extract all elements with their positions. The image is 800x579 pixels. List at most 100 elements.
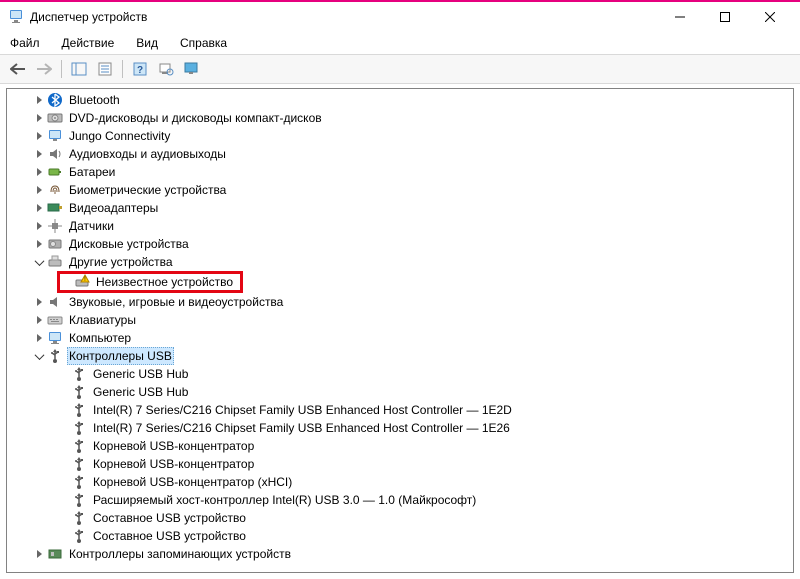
tree-item-disk[interactable]: Дисковые устройства [7, 235, 793, 253]
tree-item-sensors[interactable]: Датчики [7, 217, 793, 235]
tree-item-usb-root[interactable]: Корневой USB-концентратор [7, 437, 793, 455]
svg-text:?: ? [137, 65, 143, 76]
tree-item-other[interactable]: Другие устройства [7, 253, 793, 271]
sound-icon [47, 294, 63, 310]
usb-icon [71, 456, 87, 472]
tree-label: Видеоадаптеры [67, 199, 160, 217]
tree-item-usb-hub[interactable]: Generic USB Hub [7, 383, 793, 401]
chevron-down-icon[interactable] [31, 254, 47, 270]
chevron-right-icon[interactable] [31, 200, 47, 216]
window-title: Диспетчер устройств [30, 10, 657, 24]
tree-item-usb-root-xhci[interactable]: Корневой USB-концентратор (xHCI) [7, 473, 793, 491]
maximize-button[interactable] [702, 2, 747, 32]
display-adapter-icon [47, 200, 63, 216]
tree-label: Расширяемый хост-контроллер Intel(R) USB… [91, 491, 478, 509]
battery-icon [47, 164, 63, 180]
disk-icon [47, 236, 63, 252]
tree-item-usb-composite[interactable]: Составное USB устройство [7, 509, 793, 527]
chevron-right-icon[interactable] [31, 110, 47, 126]
tree-item-sound-game[interactable]: Звуковые, игровые и видеоустройства [7, 293, 793, 311]
scan-hardware-button[interactable] [154, 58, 178, 80]
tree-label: Контроллеры USB [67, 347, 174, 365]
tree-item-usb-controllers[interactable]: Контроллеры USB [7, 347, 793, 365]
usb-icon [71, 438, 87, 454]
tree-label: Биометрические устройства [67, 181, 228, 199]
tree-item-usb-hub[interactable]: Generic USB Hub [7, 365, 793, 383]
tree-label: Корневой USB-концентратор [91, 437, 256, 455]
chevron-right-icon[interactable] [31, 92, 47, 108]
usb-icon [71, 420, 87, 436]
tree-label: Bluetooth [67, 91, 122, 109]
storage-controller-icon [47, 546, 63, 562]
tree-item-unknown-device[interactable]: ! Неизвестное устройство [57, 271, 243, 293]
close-button[interactable] [747, 2, 792, 32]
forward-button[interactable] [32, 58, 56, 80]
tree-item-audio-io[interactable]: Аудиовходы и аудиовыходы [7, 145, 793, 163]
minimize-button[interactable] [657, 2, 702, 32]
tree-label: Батареи [67, 163, 117, 181]
usb-icon [47, 348, 63, 364]
tree-label: Составное USB устройство [91, 509, 248, 527]
tree-item-usb-xhci[interactable]: Расширяемый хост-контроллер Intel(R) USB… [7, 491, 793, 509]
menu-file[interactable]: Файл [6, 34, 44, 52]
tree-item-usb-root[interactable]: Корневой USB-концентратор [7, 455, 793, 473]
chevron-right-icon[interactable] [31, 312, 47, 328]
chevron-right-icon[interactable] [31, 164, 47, 180]
tree-item-usb-composite[interactable]: Составное USB устройство [7, 527, 793, 545]
tree-label: Составное USB устройство [91, 527, 248, 545]
tree-label: DVD-дисководы и дисководы компакт-дисков [67, 109, 324, 127]
tree-label: Intel(R) 7 Series/C216 Chipset Family US… [91, 401, 514, 419]
menu-help[interactable]: Справка [176, 34, 231, 52]
chevron-down-icon[interactable] [31, 348, 47, 364]
tree-item-storage-controllers[interactable]: Контроллеры запоминающих устройств [7, 545, 793, 563]
tree-label: Клавиатуры [67, 311, 138, 329]
tree-label: Generic USB Hub [91, 383, 190, 401]
fingerprint-icon [47, 182, 63, 198]
tree-item-batteries[interactable]: Батареи [7, 163, 793, 181]
tree-item-usb-intel[interactable]: Intel(R) 7 Series/C216 Chipset Family US… [7, 401, 793, 419]
chevron-right-icon[interactable] [31, 218, 47, 234]
tree-item-biometric[interactable]: Биометрические устройства [7, 181, 793, 199]
properties-button[interactable] [93, 58, 117, 80]
menu-action[interactable]: Действие [58, 34, 119, 52]
tree-label: Другие устройства [67, 253, 175, 271]
chevron-right-icon[interactable] [31, 236, 47, 252]
chevron-right-icon[interactable] [31, 146, 47, 162]
toolbar-separator [122, 60, 123, 78]
tree-item-bluetooth[interactable]: Bluetooth [7, 91, 793, 109]
tree-item-dvd[interactable]: DVD-дисководы и дисководы компакт-дисков [7, 109, 793, 127]
toolbar-separator [61, 60, 62, 78]
usb-icon [71, 384, 87, 400]
chevron-right-icon[interactable] [31, 128, 47, 144]
back-button[interactable] [6, 58, 30, 80]
other-devices-icon [47, 254, 63, 270]
tree-label: Jungo Connectivity [67, 127, 172, 145]
menu-view[interactable]: Вид [132, 34, 162, 52]
tree-label: Generic USB Hub [91, 365, 190, 383]
show-hide-console-button[interactable] [67, 58, 91, 80]
device-icon [47, 128, 63, 144]
tree-label: Intel(R) 7 Series/C216 Chipset Family US… [91, 419, 512, 437]
tree-item-usb-intel[interactable]: Intel(R) 7 Series/C216 Chipset Family US… [7, 419, 793, 437]
tree-item-video-adapters[interactable]: Видеоадаптеры [7, 199, 793, 217]
tree-label: Аудиовходы и аудиовыходы [67, 145, 228, 163]
chevron-right-icon[interactable] [31, 546, 47, 562]
usb-icon [71, 528, 87, 544]
chevron-right-icon[interactable] [31, 330, 47, 346]
computer-icon [47, 330, 63, 346]
audio-icon [47, 146, 63, 162]
titlebar: Диспетчер устройств [0, 2, 800, 32]
tree-label: Дисковые устройства [67, 235, 191, 253]
tree-item-keyboards[interactable]: Клавиатуры [7, 311, 793, 329]
help-button[interactable]: ? [128, 58, 152, 80]
usb-icon [71, 366, 87, 382]
keyboard-icon [47, 312, 63, 328]
tree-item-computer[interactable]: Компьютер [7, 329, 793, 347]
device-tree[interactable]: Bluetooth DVD-дисководы и дисководы комп… [6, 88, 794, 573]
monitor-button[interactable] [180, 58, 204, 80]
tree-item-jungo[interactable]: Jungo Connectivity [7, 127, 793, 145]
usb-icon [71, 510, 87, 526]
chevron-right-icon[interactable] [31, 182, 47, 198]
chevron-right-icon[interactable] [31, 294, 47, 310]
warning-device-icon: ! [74, 274, 90, 290]
